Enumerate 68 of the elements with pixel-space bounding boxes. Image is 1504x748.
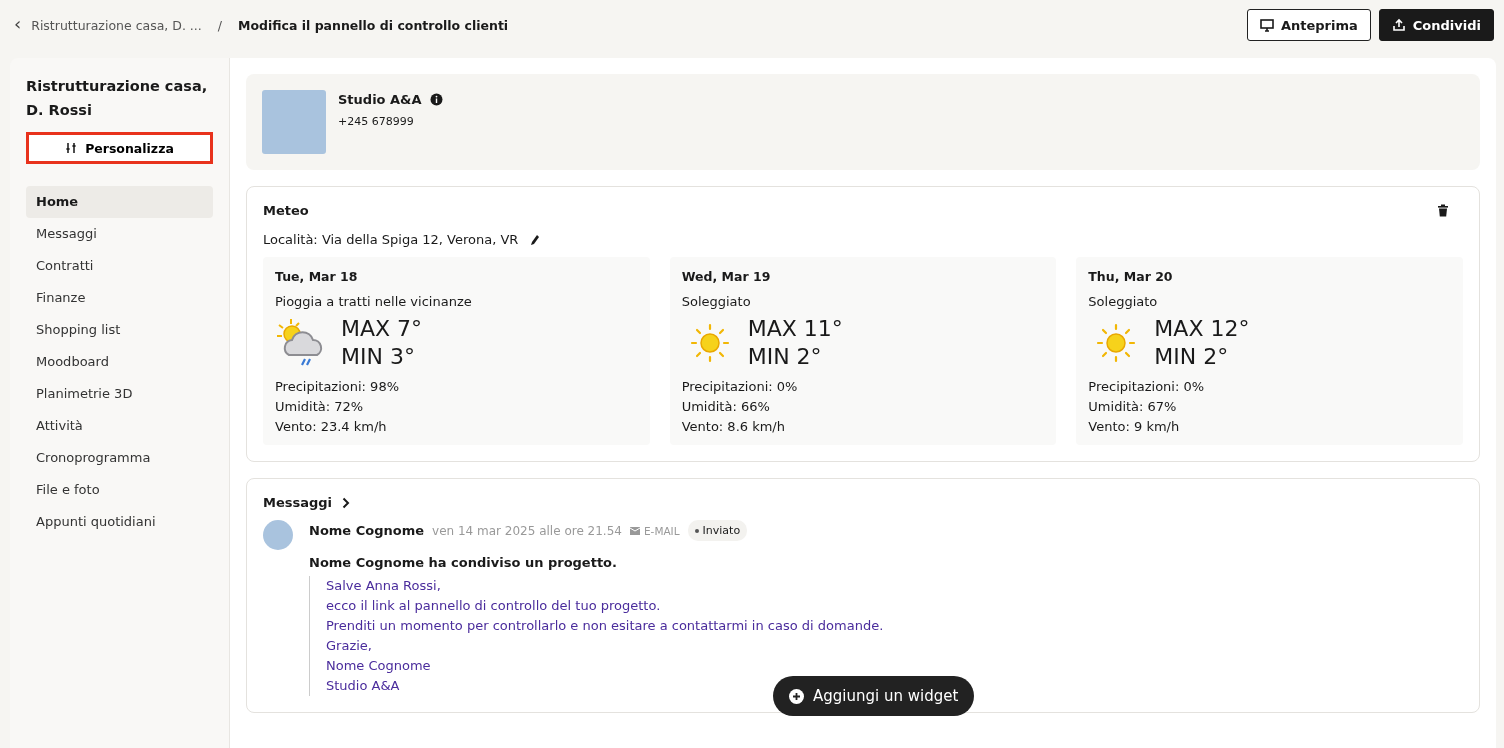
location-text: Località: Via della Spiga 12, Verona, VR [263,232,519,247]
edit-icon[interactable] [530,233,541,246]
precipitation-text: Precipitazioni: 0% [681,378,799,396]
avatar [263,520,293,550]
project-title: Ristrutturazione casa, D. Rossi [26,77,209,120]
message-line: Prenditi un momento per controllarlo e non esitare a contattarmi in caso di domande. [326,617,885,635]
envelope-icon [629,526,640,535]
wind-text: Vento: 23.4 km/h [275,418,388,436]
message-line: Salve Anna Rossi, [326,577,442,595]
nav-item[interactable]: Planimetrie 3D [26,378,213,410]
nav-item[interactable]: Finanze [26,282,213,314]
message-line: ecco il link al pannello di controllo del tuo progetto. [326,597,662,615]
nav-item[interactable]: File e foto [26,474,213,506]
share-button[interactable]: Condividi [1378,9,1494,41]
message-line: Nome Cognome [326,657,432,675]
wind-text: Vento: 8.6 km/h [681,418,786,436]
message-line: Grazie, [326,637,373,655]
status-badge: Inviato [687,520,748,541]
monitor-icon [1259,18,1274,32]
chevron-right-icon[interactable] [342,496,351,509]
widget-title: Meteo [263,203,309,218]
forecast-condition: Soleggiato [1088,294,1159,309]
forecast-condition: Pioggia a tratti nelle vicinanze [275,294,473,309]
max-temperature: MAX 12° [1154,315,1250,343]
preview-button[interactable]: Anteprima [1246,9,1371,41]
forecast-date: Thu, Mar 20 [1088,269,1174,284]
customize-button[interactable]: Personalizza [26,132,213,164]
message-timestamp: ven 14 mar 2025 alle ore 21.54 [432,523,622,538]
precipitation-text: Precipitazioni: 98% [275,378,400,396]
sliders-icon [65,142,78,154]
plus-icon [789,688,804,704]
upload-icon [1391,18,1406,32]
info-icon[interactable] [429,93,443,106]
max-temperature: MAX 11° [747,315,843,343]
add-widget-button[interactable]: Aggiungi un widget [773,676,975,716]
breadcrumb-link[interactable]: Ristrutturazione casa, D. ... [31,17,202,33]
nav-item[interactable]: Appunti quotidiani [26,506,213,538]
wind-text: Vento: 9 km/h [1088,418,1181,436]
precipitation-text: Precipitazioni: 0% [1088,378,1206,396]
nav-item[interactable]: Contratti [26,250,213,282]
humidity-text: Umidità: 72% [275,398,365,416]
photo-placeholder [262,90,326,154]
forecast-condition: Soleggiato [681,294,752,309]
min-temperature: MIN 2° [1154,343,1230,371]
nav-item[interactable]: Attività [26,410,213,442]
nav-item[interactable]: Moodboard [26,346,213,378]
message-line: Studio A&A [326,677,401,695]
channel-label: E-MAIL [643,524,680,537]
min-temperature: MIN 3° [341,343,416,371]
humidity-text: Umidità: 67% [1088,398,1178,416]
breadcrumb-separator: / [217,17,222,33]
nav-item[interactable]: Home [26,186,213,218]
humidity-text: Umidità: 66% [681,398,771,416]
max-temperature: MAX 7° [341,315,423,343]
forecast-date: Tue, Mar 18 [275,269,359,284]
forecast-date: Wed, Mar 19 [681,269,772,284]
trash-icon[interactable] [1437,204,1449,217]
company-name: Studio A&A [338,92,422,107]
nav-item[interactable]: Shopping list [26,314,213,346]
nav-item[interactable]: Cronoprogramma [26,442,213,474]
back-button[interactable]: ‹ [14,13,22,34]
page-title: Modifica il pannello di controllo clienti [238,17,509,33]
nav-item[interactable]: Messaggi [26,218,213,250]
min-temperature: MIN 2° [747,343,823,371]
company-phone: +245 678999 [338,115,415,128]
sender-name: Nome Cognome [309,523,425,538]
message-subject: Nome Cognome ha condiviso un progetto. [309,555,618,570]
widget-title: Messaggi [263,495,333,510]
